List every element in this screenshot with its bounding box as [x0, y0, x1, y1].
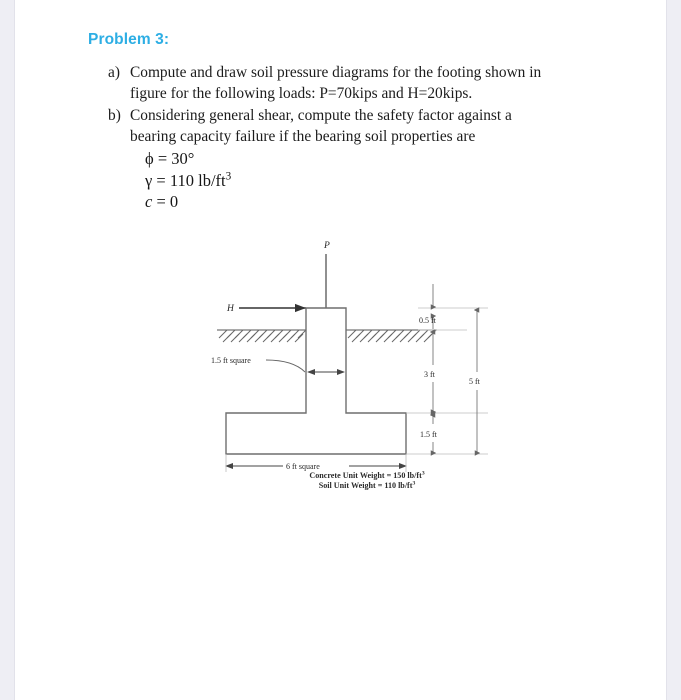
column-leader-line [265, 359, 306, 373]
question-text-b-cont: bearing capacity failure if the bearing … [130, 128, 476, 145]
equals-sign-3: = [156, 192, 166, 211]
gamma-value: 110 lb/ft [169, 170, 226, 190]
page-title: Problem 3: [88, 31, 170, 48]
dimension-5ft-label: 5 ft [469, 377, 481, 386]
dimension-3ft-label: 3 ft [424, 370, 436, 379]
c-symbol: c [145, 192, 153, 211]
question-text-a: Compute and draw soil pressure diagrams … [130, 64, 542, 81]
right-gutter-edge [666, 0, 667, 700]
document-page: Problem 3: a) Compute and draw soil pres… [15, 0, 666, 700]
caption-soil-weight: Soil Unit Weight = 110 lb/ft3 [318, 480, 416, 490]
question-marker-a: a) [108, 64, 120, 81]
question-item-a: a) Compute and draw soil pressure diagra… [108, 62, 607, 104]
left-gutter [0, 0, 14, 700]
soil-properties-equations: ϕ = 30° γ = 110 lb/ft3 c = 0 [145, 148, 231, 213]
question-item-b: b) Considering general shear, compute th… [108, 105, 607, 147]
equation-cohesion: c = 0 [145, 191, 231, 213]
gamma-exponent: 3 [225, 170, 232, 182]
caption-concrete-weight: Concrete Unit Weight = 150 lb/ft3 [309, 470, 425, 480]
question-list: a) Compute and draw soil pressure diagra… [108, 62, 607, 148]
gamma-symbol: γ [145, 170, 153, 190]
question-text-b: Considering general shear, compute the s… [130, 107, 512, 124]
load-H-label: H [226, 304, 235, 314]
equals-sign-2: = [156, 170, 166, 190]
question-text-a-cont: figure for the following loads: P=70kips… [130, 85, 473, 102]
equation-unit-weight: γ = 110 lb/ft3 [145, 170, 231, 192]
question-marker-b: b) [108, 107, 121, 124]
phi-value: 30° [171, 149, 195, 168]
load-P-label: P [323, 241, 330, 251]
c-value: 0 [169, 192, 179, 211]
dimension-1-5ft-label: 1.5 ft [420, 430, 438, 439]
column-width-label: 1.5 ft square [211, 356, 251, 365]
equation-friction-angle: ϕ = 30° [145, 148, 231, 170]
equals-sign-1: = [157, 149, 168, 168]
dimension-0-5ft-label: 0.5 ft [419, 316, 437, 325]
figure-caption: Concrete Unit Weight = 150 lb/ft3 Soil U… [272, 470, 462, 491]
footing-diagram: P H 1.5 ft square 6 ft square 0.5 ft 3 f… [205, 232, 515, 507]
phi-symbol: ϕ [145, 149, 154, 168]
base-width-label: 6 ft square [286, 462, 320, 471]
right-gutter [667, 0, 681, 700]
